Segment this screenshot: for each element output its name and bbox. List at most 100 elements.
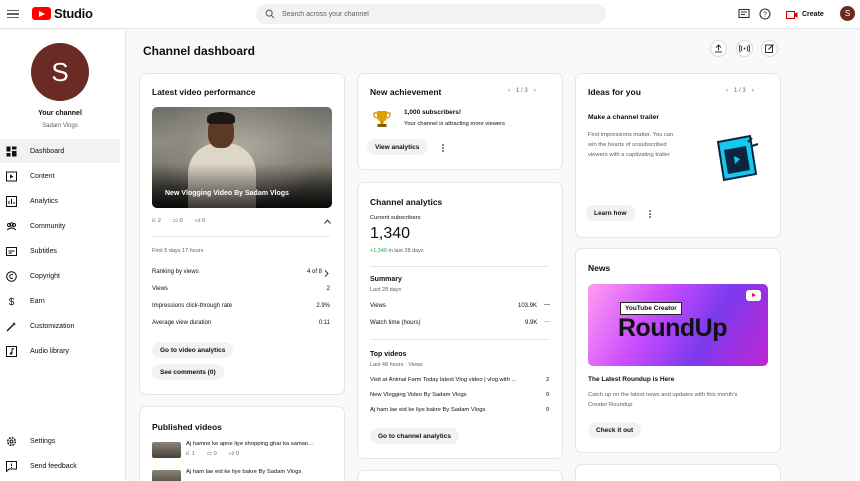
- sidebar-item-dashboard[interactable]: Dashboard: [0, 139, 120, 163]
- sidebar-item-copyright[interactable]: Copyright: [0, 264, 120, 288]
- sidebar-item-label: Audio library: [30, 347, 69, 355]
- published-video-title[interactable]: Aj hamne ke apne liye shopping ghar ka s…: [186, 441, 313, 447]
- idea-body-line: First impressions matter. You can: [588, 132, 674, 138]
- views-value: 2: [326, 286, 330, 292]
- captions-icon[interactable]: [738, 8, 750, 20]
- account-avatar[interactable]: S: [840, 6, 855, 21]
- ranking-value[interactable]: 4 of 8: [307, 269, 322, 275]
- ctr-value: 2.9%: [316, 303, 330, 309]
- chevron-right-icon[interactable]: ›: [752, 88, 754, 94]
- check-it-out-button[interactable]: Check it out: [588, 422, 642, 438]
- comment-icon: ▭: [172, 218, 179, 224]
- more-options-icon[interactable]: [442, 143, 445, 153]
- top-videos-title: Top videos: [370, 351, 407, 358]
- ctr-label: Impressions click-through rate: [152, 303, 233, 309]
- sidebar-item-community[interactable]: Community: [0, 214, 120, 238]
- live-icon: [739, 44, 750, 53]
- views-stat: ıl. 2: [152, 218, 161, 224]
- subtitles-icon: [6, 246, 17, 256]
- feedback-icon: [6, 460, 17, 472]
- copyright-icon: [6, 270, 17, 282]
- chevron-right-icon[interactable]: [324, 270, 329, 277]
- more-options-icon[interactable]: [649, 209, 652, 219]
- sidebar-item-label: Dashboard: [30, 147, 65, 155]
- avd-label: Average view duration: [152, 320, 212, 326]
- published-video-title[interactable]: Aj ham lae eid ke liye bakre By Sadam Vl…: [186, 469, 301, 475]
- see-comments-button[interactable]: See comments (0): [152, 364, 224, 380]
- sidebar-item-customization[interactable]: Customization: [0, 314, 120, 338]
- go-to-video-analytics-button[interactable]: Go to video analytics: [152, 342, 234, 358]
- views-icon: ıl.: [186, 451, 191, 457]
- go-live-button[interactable]: [736, 40, 753, 57]
- summary-title: Summary: [370, 276, 402, 283]
- sidebar-item-subtitles[interactable]: Subtitles: [0, 239, 120, 263]
- search-bar[interactable]: [256, 4, 606, 24]
- achievement-subtitle: Your channel is attracting more viewers: [404, 121, 505, 127]
- upload-button[interactable]: [710, 40, 727, 57]
- sidebar-item-label: Settings: [30, 437, 56, 445]
- achievement-headline: 1,000 subscribers!: [404, 109, 462, 116]
- chevron-left-icon[interactable]: ‹: [508, 88, 510, 94]
- pager-text: 1 / 3: [516, 88, 528, 94]
- views-trend: —: [544, 302, 550, 308]
- news-big-text: RoundUp: [618, 314, 727, 342]
- sidebar-item-earn[interactable]: $ Earn: [0, 289, 120, 313]
- next-card: [575, 464, 781, 481]
- video-thumbnail[interactable]: New Vlogging Video By Sadam Vlogs: [152, 107, 332, 208]
- analytics-icon: [6, 195, 17, 207]
- achievement-card: New achievement ‹ 1 / 3 › 1,000 subscrib…: [357, 73, 563, 170]
- next-card: [357, 470, 563, 481]
- studio-logo[interactable]: Studio: [32, 6, 93, 21]
- sidebar-item-analytics[interactable]: Analytics: [0, 189, 120, 213]
- go-to-channel-analytics-button[interactable]: Go to channel analytics: [370, 428, 459, 444]
- chevron-left-icon[interactable]: ‹: [726, 88, 728, 94]
- sidebar-item-settings[interactable]: Settings: [0, 429, 120, 453]
- latest-video-card: Latest video performance New Vlogging Vi…: [139, 73, 345, 395]
- view-analytics-button[interactable]: View analytics: [367, 139, 428, 155]
- customization-icon: [6, 321, 16, 331]
- sidebar-item-label: Analytics: [30, 197, 59, 205]
- thumbs-up-icon: 👍︎: [228, 451, 235, 457]
- idea-headline: Make a channel trailer: [588, 114, 660, 121]
- video-thumbnail[interactable]: [152, 470, 181, 481]
- help-icon[interactable]: ?: [759, 8, 771, 20]
- sidebar-item-audio-library[interactable]: Audio library: [0, 339, 120, 363]
- chevron-up-icon[interactable]: [324, 219, 331, 224]
- create-label: Create: [802, 11, 824, 18]
- search-input[interactable]: [282, 10, 582, 18]
- trophy-icon: [373, 111, 391, 127]
- sidebar-item-content[interactable]: Content: [0, 164, 120, 188]
- page-title: Channel dashboard: [143, 44, 256, 58]
- ranking-label: Ranking by views: [152, 269, 199, 275]
- edit-post-icon: [765, 44, 774, 53]
- news-thumbnail[interactable]: YouTube Creator RoundUp: [588, 284, 768, 366]
- create-button[interactable]: Create: [782, 6, 828, 23]
- likes-stat: 👍︎ 0: [194, 218, 206, 224]
- sidebar-item-send-feedback[interactable]: Send feedback: [0, 454, 120, 478]
- comment-icon: ▭: [206, 451, 213, 457]
- card-title: Latest video performance: [152, 87, 256, 97]
- chevron-right-icon[interactable]: ›: [534, 88, 536, 94]
- top-video-views: 0: [546, 392, 550, 398]
- comments-stat: ▭ 0: [172, 218, 183, 224]
- top-video-title[interactable]: New Vlogging Video By Sadam Vlogs: [370, 392, 467, 398]
- sidebar-item-label: Earn: [30, 297, 45, 305]
- youtube-play-icon: [746, 290, 761, 301]
- dashboard-icon: [6, 146, 17, 156]
- views-label: Views: [152, 286, 168, 292]
- create-post-button[interactable]: [761, 40, 778, 57]
- content-icon: [6, 171, 17, 181]
- news-body-line: Catch up on the latest news and updates …: [588, 392, 738, 398]
- app-name: Studio: [54, 6, 93, 21]
- news-body-line: Creator Roundup: [588, 402, 633, 408]
- card-title: Published videos: [152, 422, 222, 432]
- top-video-title[interactable]: Aj ham lae eid ke liye bakre By Sadam Vl…: [370, 407, 485, 413]
- watch-time-trend: —: [544, 319, 550, 325]
- idea-body-line: viewers with a captivating trailer: [588, 152, 670, 158]
- channel-avatar[interactable]: S: [31, 43, 89, 101]
- menu-icon[interactable]: [7, 8, 19, 20]
- top-video-title[interactable]: Visit at Animal Farm Today latest Vlog v…: [370, 377, 542, 383]
- svg-text:?: ?: [763, 12, 767, 19]
- learn-how-button[interactable]: Learn how: [586, 205, 635, 221]
- video-thumbnail[interactable]: [152, 442, 181, 458]
